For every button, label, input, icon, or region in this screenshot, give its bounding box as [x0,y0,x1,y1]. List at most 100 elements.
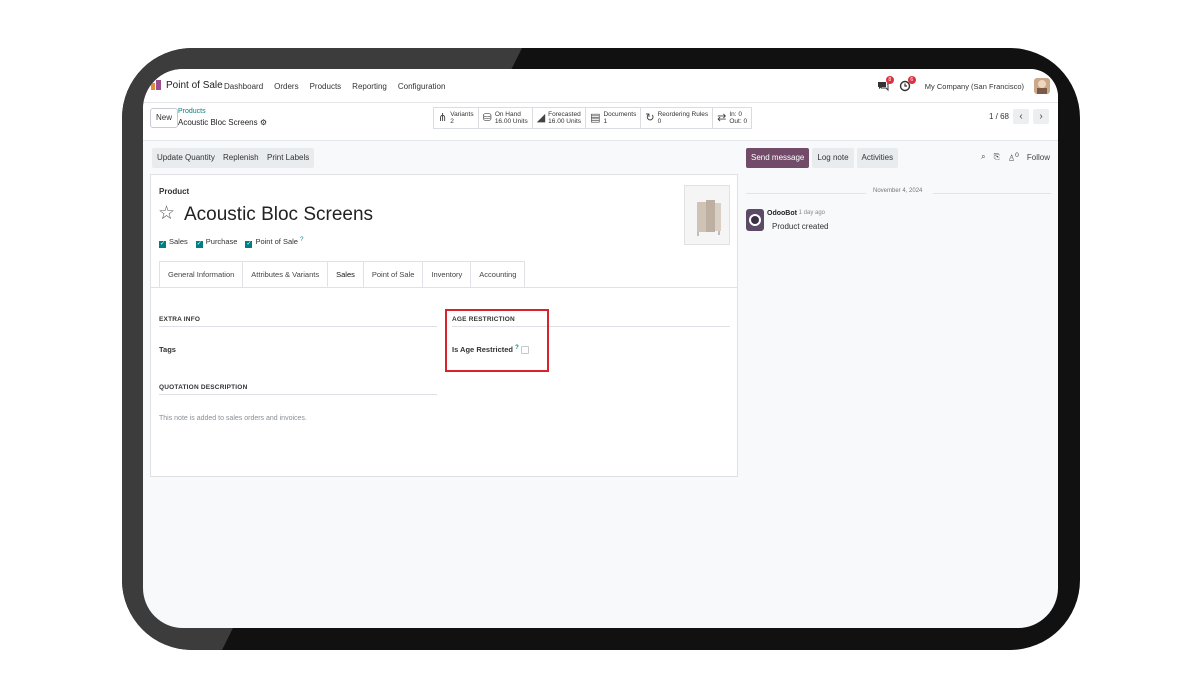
chatter-buttons: Send message Log note Activities [746,148,899,168]
on-hand-value: 16.00 Units [494,118,528,125]
tab-divider [151,287,737,288]
followers-button[interactable]: ♙0 [1008,152,1019,163]
quotation-description-field[interactable]: This note is added to sales orders and i… [159,415,307,422]
star-icon[interactable]: ☆ [158,202,175,225]
navbar-systray: 8 6 My Company (San Francisco) [877,76,1050,94]
documents-button[interactable]: ▤ Documents 1 [586,108,642,128]
form-tabs: General Information Attributes & Variant… [159,261,526,288]
pager: 1 / 68 ‹ › [989,109,1049,124]
print-labels-button[interactable]: Print Labels [262,148,315,168]
file-icon: ▤ [590,111,601,124]
product-flags: ✓ Sales ✓ Purchase ✓ Point of Sale ? [159,237,303,248]
menu-dashboard[interactable]: Dashboard [224,82,263,91]
check-icon: ✓ [195,241,203,248]
follow-button[interactable]: Follow [1027,153,1050,162]
menu-reporting[interactable]: Reporting [352,82,387,91]
on-hand-button[interactable]: ⛁ On Hand 16.00 Units [479,108,533,128]
date-label: November 4, 2024 [873,188,923,194]
forecasted-value: 16.00 Units [548,118,582,125]
reordering-rules-label: Reordering Rules [657,111,709,118]
refresh-icon: ↻ [645,111,655,124]
purchase-checkbox[interactable]: ✓ Purchase [195,237,238,248]
tags-label: Tags [159,345,176,354]
purchase-label: Purchase [205,237,238,246]
quotation-description-heading: QUOTATION DESCRIPTION [159,384,437,395]
sales-checkbox[interactable]: ✓ Sales [159,237,188,248]
reordering-rules-value: 0 [657,118,662,125]
documents-value: 1 [603,118,608,125]
log-note-button[interactable]: Log note [812,148,854,168]
smart-buttons: ⋔ Variants 2 ⛁ On Hand 16.00 Units ◢ Forec… [433,107,753,129]
documents-label: Documents [603,111,637,118]
chevron-left-icon[interactable]: ‹ [1013,109,1029,124]
replenish-button[interactable]: Replenish [218,148,264,168]
menu-products[interactable]: Products [310,82,342,91]
chat-icon[interactable]: 8 [877,76,894,92]
paperclip-icon[interactable]: ⎘ [994,152,1000,162]
tab-accounting[interactable]: Accounting [470,261,526,287]
separator-line-left [746,193,866,194]
chatter-topbar-right: ⌕ ⎘ ♙0 Follow [981,152,1050,163]
main-menu: Dashboard Orders Products Reporting Conf… [224,82,445,91]
gear-icon[interactable]: ⚙ [260,118,267,127]
date-separator: November 4, 2024 [746,188,1051,198]
variants-label: Variants [450,111,474,118]
app-name[interactable]: Point of Sale [166,80,223,91]
product-image[interactable] [684,185,730,245]
check-icon: ✓ [159,241,166,248]
breadcrumb-current: Acoustic Bloc Screens ⚙ [178,118,267,127]
sitemap-icon: ⋔ [438,111,448,124]
top-navbar: Point of Sale Dashboard Orders Products … [143,69,1058,103]
in-label: In: 0 [729,111,743,118]
pager-value[interactable]: 1 / 68 [989,112,1009,121]
menu-orders[interactable]: Orders [274,82,298,91]
age-restriction-highlight [445,309,549,372]
product-form-sheet: Product ☆ Acoustic Bloc Screens ✓ Sales ✓… [150,174,738,477]
breadcrumb-current-label: Acoustic Bloc Screens [178,118,258,127]
forecasted-button[interactable]: ◢ Forecasted 16.00 Units [533,108,587,128]
message-author[interactable]: OdooBot [767,210,797,217]
exchange-icon: ⇄ [717,111,727,124]
menu-configuration[interactable]: Configuration [398,82,446,91]
product-label: Product [159,187,190,196]
tab-general-information[interactable]: General Information [159,261,244,287]
separator-line-right [933,193,1051,194]
check-icon: ✓ [245,241,253,248]
product-name[interactable]: Acoustic Bloc Screens [184,204,373,226]
in-out-button[interactable]: ⇄ In: 0 Out: 0 [713,108,751,128]
odoobot-avatar[interactable] [746,209,764,231]
followers-count: 0 [1015,152,1019,159]
out-label: Out: 0 [729,118,748,125]
reordering-rules-button[interactable]: ↻ Reordering Rules 0 [641,108,714,128]
company-switcher[interactable]: My Company (San Francisco) [925,82,1024,91]
on-hand-label: On Hand [494,111,521,118]
tab-point-of-sale[interactable]: Point of Sale [362,261,424,287]
point-of-sale-label: Point of Sale [255,237,298,246]
app-screen: Point of Sale Dashboard Orders Products … [143,69,1058,628]
tab-attributes-variants[interactable]: Attributes & Variants [242,261,329,287]
cubes-icon: ⛁ [482,111,492,124]
extra-info-heading: EXTRA INFO [159,316,437,327]
message-time: - 1 day ago [795,210,826,216]
chat-badge: 8 [885,76,894,84]
breadcrumb-products[interactable]: Products [178,108,206,115]
update-quantity-button[interactable]: Update Quantity [152,148,220,168]
user-avatar[interactable] [1034,78,1050,94]
clock-icon[interactable]: 6 [899,76,916,92]
variants-value: 2 [450,118,454,125]
tab-inventory[interactable]: Inventory [422,261,472,287]
pos-app-icon[interactable] [151,80,161,90]
new-button[interactable]: New [150,108,179,128]
send-message-button[interactable]: Send message [746,148,810,168]
help-icon[interactable]: ? [300,237,303,243]
variants-button[interactable]: ⋔ Variants 2 [434,108,479,128]
message-body: Product created [772,222,829,231]
forecasted-label: Forecasted [548,111,581,118]
chevron-right-icon[interactable]: › [1033,109,1049,124]
tab-sales[interactable]: Sales [327,261,364,287]
area-chart-icon: ◢ [536,111,546,124]
search-icon[interactable]: ⌕ [981,152,985,162]
control-panel: New Products Acoustic Bloc Screens ⚙ ⋔ V… [143,103,1058,141]
activities-button[interactable]: Activities [856,148,899,168]
point-of-sale-checkbox[interactable]: ✓ Point of Sale ? [245,237,303,248]
